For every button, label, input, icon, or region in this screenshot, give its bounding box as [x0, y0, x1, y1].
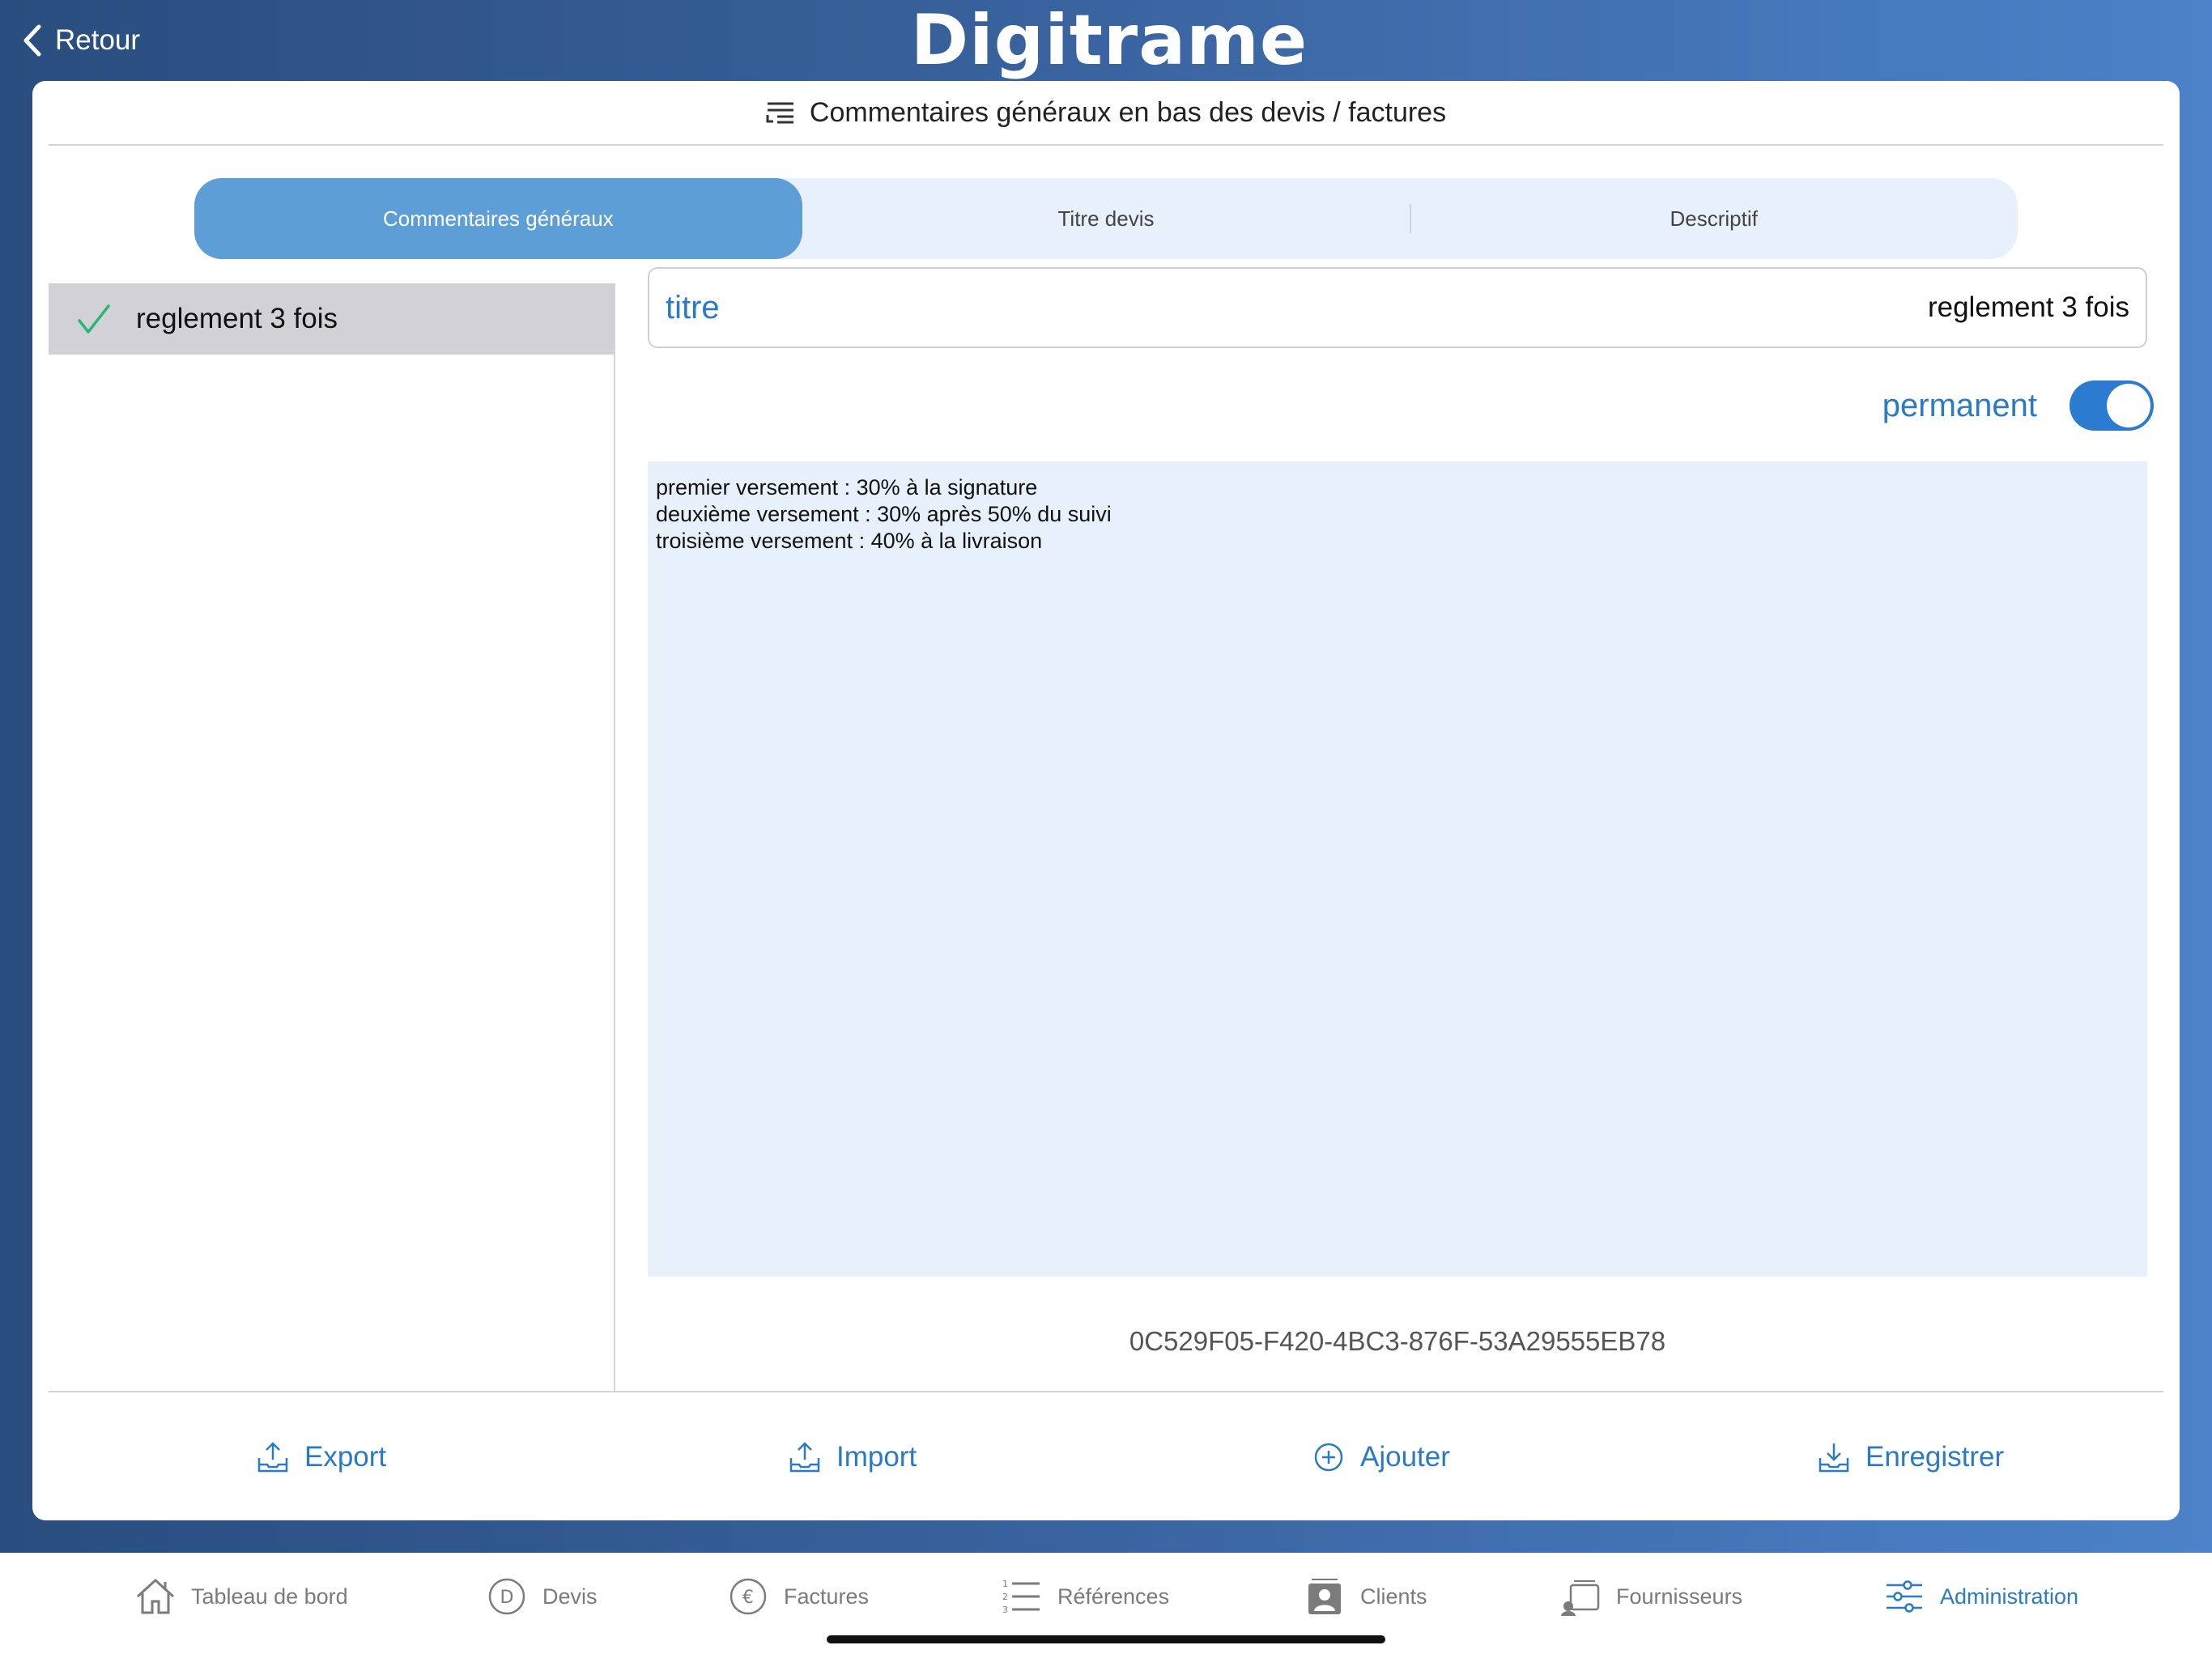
import-icon — [789, 1442, 820, 1473]
euro-icon: € — [730, 1578, 767, 1615]
svg-text:3: 3 — [1002, 1605, 1008, 1615]
tab-label: Tableau de bord — [191, 1584, 348, 1609]
tab-administration[interactable]: Administration — [1883, 1572, 2078, 1621]
home-indicator — [827, 1635, 1385, 1643]
import-button[interactable]: Import — [788, 1425, 917, 1490]
supplier-icon — [1561, 1580, 1600, 1616]
tab-factures[interactable]: € Factures — [727, 1572, 869, 1621]
permanent-label: permanent — [1882, 387, 2037, 423]
svg-text:1: 1 — [1002, 1579, 1008, 1589]
export-icon — [257, 1442, 288, 1473]
plus-circle-icon — [1314, 1443, 1343, 1472]
svg-text:€: € — [742, 1588, 754, 1608]
tab-label: Administration — [1940, 1584, 2079, 1609]
tab-tableau-de-bord[interactable]: Tableau de bord — [134, 1572, 348, 1621]
permanent-toggle[interactable] — [2069, 380, 2154, 431]
title-field-value[interactable]: reglement 3 fois — [1928, 291, 2129, 324]
tab-fournisseurs[interactable]: Fournisseurs — [1559, 1572, 1742, 1621]
comment-text-area[interactable]: premier versement : 30% à la signature d… — [648, 461, 2147, 1277]
title-field-label: titre — [666, 289, 720, 325]
tab-label: Devis — [542, 1584, 598, 1609]
tab-commentaires-generaux[interactable]: Commentaires généraux — [194, 178, 802, 259]
tab-label: Fournisseurs — [1616, 1584, 1743, 1609]
export-button[interactable]: Export — [256, 1425, 386, 1490]
tab-titre-devis[interactable]: Titre devis — [802, 178, 1410, 259]
save-label: Enregistrer — [1865, 1441, 2005, 1473]
save-button[interactable]: Enregistrer — [1817, 1425, 2004, 1490]
tab-label: Clients — [1360, 1584, 1427, 1609]
back-button[interactable]: Retour — [21, 16, 140, 65]
permanent-row: permanent — [1814, 379, 2154, 432]
back-label: Retour — [55, 24, 141, 56]
numbered-list-icon: 1 2 3 — [1002, 1579, 1040, 1615]
add-button[interactable]: Ajouter — [1312, 1425, 1450, 1490]
app-background: Retour Digitrame Commentaires généraux e… — [0, 0, 2212, 1553]
action-bar: Export Import Ajouter Enregistrer — [32, 1425, 2180, 1490]
devis-icon: D — [488, 1578, 525, 1615]
sliders-icon — [1887, 1580, 1922, 1613]
comment-list: reglement 3 fois — [49, 283, 615, 1391]
main-card: Commentaires généraux en bas des devis /… — [32, 81, 2180, 1520]
title-field[interactable]: titre reglement 3 fois — [648, 267, 2147, 348]
segmented-control: Commentaires généraux Titre devis Descri… — [194, 178, 2018, 259]
page-title: Commentaires généraux en bas des devis /… — [809, 96, 1447, 128]
app-logo: Digitrame — [910, 0, 1308, 81]
export-label: Export — [304, 1441, 387, 1473]
import-label: Import — [836, 1441, 917, 1473]
svg-text:2: 2 — [1002, 1592, 1008, 1602]
tab-label: Factures — [784, 1584, 870, 1609]
add-label: Ajouter — [1360, 1441, 1450, 1473]
list-item[interactable]: reglement 3 fois — [49, 283, 614, 355]
home-icon — [136, 1578, 175, 1614]
tab-references[interactable]: 1 2 3 Références — [1001, 1572, 1169, 1621]
comment-list-icon — [766, 102, 793, 124]
chevron-left-icon — [23, 24, 41, 57]
toggle-knob — [2107, 384, 2150, 427]
save-tray-icon — [1819, 1443, 1849, 1473]
card-header: Commentaires généraux en bas des devis /… — [49, 81, 2163, 146]
record-uuid: 0C529F05-F420-4BC3-876F-53A29555EB78 — [1129, 1326, 1666, 1356]
svg-text:D: D — [500, 1588, 514, 1608]
tab-clients[interactable]: Clients — [1304, 1572, 1427, 1621]
tab-devis[interactable]: D Devis — [486, 1572, 598, 1621]
tab-descriptif[interactable]: Descriptif — [1410, 178, 2018, 259]
contact-icon — [1308, 1579, 1341, 1614]
card-divider — [49, 1391, 2163, 1392]
checkmark-icon — [78, 304, 110, 334]
tab-label: Références — [1057, 1584, 1170, 1609]
list-item-label: reglement 3 fois — [136, 303, 338, 334]
